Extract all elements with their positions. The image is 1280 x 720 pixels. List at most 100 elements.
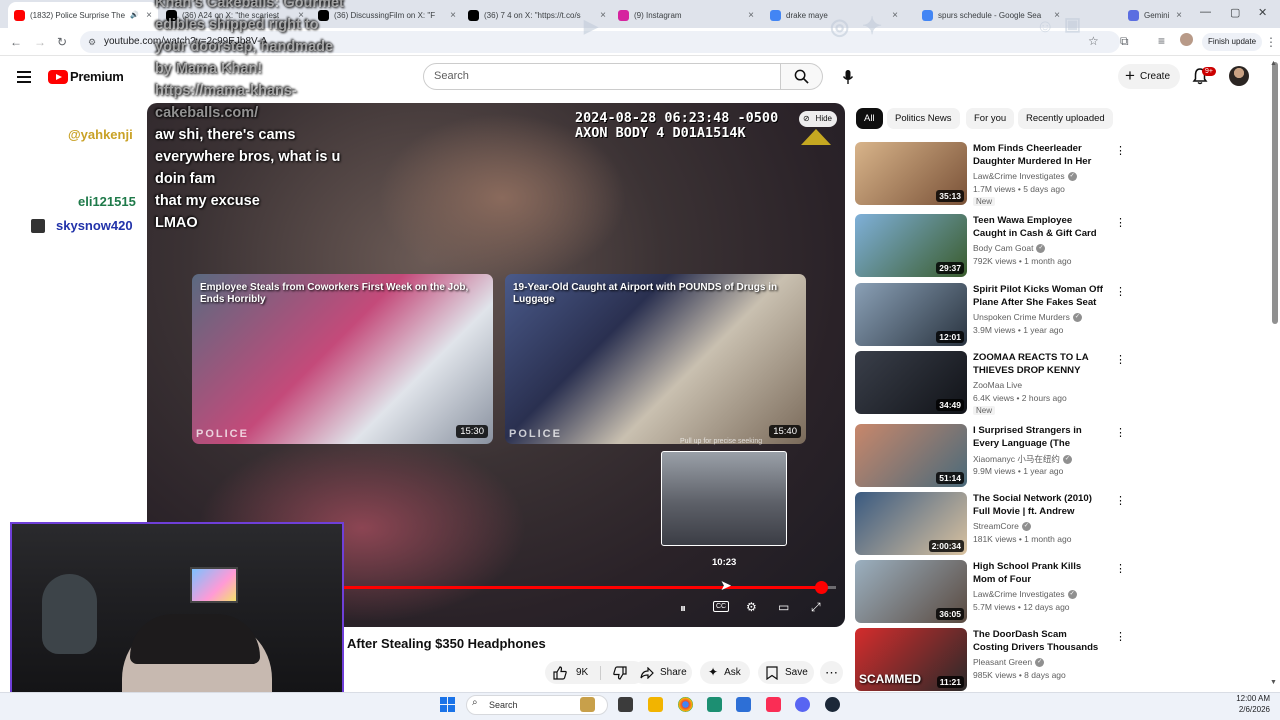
channel-name[interactable]: ZooMaa Live xyxy=(973,380,1022,390)
reload-icon[interactable]: ↻ xyxy=(57,35,67,49)
music-app-icon[interactable] xyxy=(766,697,781,712)
steam-icon[interactable] xyxy=(825,697,840,712)
channel-name[interactable]: Unspoken Crime Murders ✓ xyxy=(973,312,1082,323)
bookmark-star-icon[interactable]: ☆ xyxy=(1088,34,1099,48)
endcard-video-1[interactable]: Employee Steals from Coworkers First Wee… xyxy=(192,274,493,444)
media-controls-icon[interactable]: ≡ xyxy=(1158,34,1165,48)
like-thumb-icon[interactable] xyxy=(553,665,567,680)
save-button[interactable]: Save xyxy=(758,661,814,684)
filter-chip[interactable]: For you xyxy=(966,108,1015,129)
filter-chip[interactable]: All xyxy=(856,108,883,129)
video-title[interactable]: Teen Wawa Employee Caught in Cash & Gift… xyxy=(973,214,1103,240)
browser-tab[interactable]: (1832) Police Surprise The 🔊 × xyxy=(8,2,158,28)
tab-close-icon[interactable]: × xyxy=(748,10,754,21)
more-vertical-icon[interactable]: ⋮ xyxy=(1115,216,1126,229)
task-view-icon[interactable] xyxy=(618,697,633,712)
filter-chip[interactable]: Politics News xyxy=(887,108,960,129)
video-title[interactable]: High School Prank Kills Mom of Four xyxy=(973,560,1103,586)
browser-tab[interactable]: Gemini × xyxy=(1122,4,1188,26)
channel-name[interactable]: Pleasant Green ✓ xyxy=(973,657,1045,668)
channel-name[interactable]: StreamCore ✓ xyxy=(973,521,1031,532)
video-thumbnail[interactable]: 36:05 xyxy=(855,560,967,623)
profile-avatar-icon[interactable] xyxy=(1180,33,1193,46)
search-button[interactable] xyxy=(781,63,823,90)
more-vertical-icon[interactable]: ⋮ xyxy=(1115,494,1126,507)
more-vertical-icon[interactable]: ⋮ xyxy=(1115,630,1126,643)
tab-close-icon[interactable]: × xyxy=(1176,10,1182,21)
site-info-icon[interactable]: ⚙ xyxy=(88,31,96,53)
more-vertical-icon[interactable]: ⋮ xyxy=(1115,426,1126,439)
tab-close-icon[interactable]: × xyxy=(146,10,152,21)
video-title[interactable]: The Social Network (2010) Full Movie | f… xyxy=(973,492,1103,518)
video-title[interactable]: ZOOMAA REACTS TO LA THIEVES DROP KENNY F… xyxy=(973,351,1103,377)
scroll-up-icon[interactable]: ▲ xyxy=(1270,60,1277,67)
recommended-video[interactable]: 35:13 Mom Finds Cheerleader Daughter Murd… xyxy=(855,142,1126,206)
scroll-down-icon[interactable]: ▼ xyxy=(1270,679,1277,686)
minimize-icon[interactable]: — xyxy=(1200,6,1211,18)
tab-audio-icon[interactable]: 🔊 xyxy=(130,11,139,19)
file-explorer-icon[interactable] xyxy=(648,697,663,712)
forward-icon[interactable]: → xyxy=(34,35,46,49)
video-thumbnail[interactable]: 12:01 xyxy=(855,283,967,346)
tab-close-icon[interactable]: × xyxy=(600,10,606,21)
video-title[interactable]: Mom Finds Cheerleader Daughter Murdered … xyxy=(973,142,1103,168)
theater-mode-icon[interactable]: ▭ xyxy=(778,600,789,614)
premium-brand[interactable]: Premium xyxy=(70,69,124,84)
settings-gear-icon[interactable]: ⚙ xyxy=(746,600,757,614)
search-input[interactable]: Search xyxy=(423,63,781,90)
channel-name[interactable]: Xiaomanyc 小马在纽约 ✓ xyxy=(973,453,1072,465)
video-thumbnail[interactable]: 51:14 xyxy=(855,424,967,487)
close-window-icon[interactable]: ✕ xyxy=(1258,6,1267,19)
tab-close-icon[interactable]: × xyxy=(1054,10,1060,21)
channel-name[interactable]: Body Cam Goat ✓ xyxy=(973,243,1046,254)
fullscreen-icon[interactable]: ⤢ xyxy=(811,600,821,615)
more-vertical-icon[interactable]: ⋮ xyxy=(1115,562,1126,575)
more-vertical-icon[interactable]: ⋮ xyxy=(1115,285,1126,298)
account-avatar[interactable] xyxy=(1229,66,1249,86)
recommended-video[interactable]: 34:49 ZOOMAA REACTS TO LA THIEVES DROP KE… xyxy=(855,351,1126,415)
recommended-video[interactable]: 36:05 High School Prank Kills Mom of Four… xyxy=(855,560,1126,624)
like-count[interactable]: 9K xyxy=(576,661,588,684)
dislike-thumb-icon[interactable] xyxy=(613,665,627,680)
recommended-video[interactable]: 51:14 I Surprised Strangers in Every Lang… xyxy=(855,424,1126,488)
subtitles-icon[interactable]: CC xyxy=(713,601,730,612)
youtube-logo-icon[interactable] xyxy=(48,70,68,84)
tab-close-icon[interactable]: × xyxy=(450,10,456,21)
voice-search-button[interactable] xyxy=(834,63,861,90)
extensions-icon[interactable]: ⧉ xyxy=(1120,34,1129,49)
channel-name[interactable]: Law&Crime Investigates ✓ xyxy=(973,171,1077,182)
finish-update-button[interactable]: Finish update xyxy=(1202,33,1262,51)
recommended-video[interactable]: 12:01 Spirit Pilot Kicks Woman Off Plane … xyxy=(855,283,1126,347)
endcard-video-2[interactable]: 19-Year-Old Caught at Airport with POUND… xyxy=(505,274,806,444)
recommended-video[interactable]: 29:37 Teen Wawa Employee Caught in Cash &… xyxy=(855,214,1126,278)
browser-tab[interactable]: (9) Instagram × xyxy=(612,4,760,26)
more-actions-button[interactable]: ⋯ xyxy=(820,661,843,684)
app-icon-green[interactable] xyxy=(707,697,722,712)
page-scrollbar[interactable] xyxy=(1272,62,1278,324)
more-vertical-icon[interactable]: ⋮ xyxy=(1115,144,1126,157)
video-thumbnail[interactable]: SCAMMED 11:21 xyxy=(855,628,967,691)
video-thumbnail[interactable]: 2:00:34 xyxy=(855,492,967,555)
scrubber-handle[interactable] xyxy=(815,581,828,594)
taskbar-search-highlight-icon[interactable] xyxy=(580,697,595,712)
recommended-video[interactable]: 2:00:34 The Social Network (2010) Full Mo… xyxy=(855,492,1126,556)
discord-icon[interactable] xyxy=(795,697,810,712)
video-title[interactable]: Spirit Pilot Kicks Woman Off Plane After… xyxy=(973,283,1103,309)
chrome-icon[interactable] xyxy=(678,697,693,712)
video-thumbnail[interactable]: 29:37 xyxy=(855,214,967,277)
recommended-video[interactable]: SCAMMED 11:21 The DoorDash Scam Costing Dr… xyxy=(855,628,1126,692)
hide-endcards-button[interactable]: Hide xyxy=(799,111,837,127)
maximize-icon[interactable]: ▢ xyxy=(1230,6,1240,19)
windows-start-icon[interactable] xyxy=(440,697,455,712)
create-button[interactable]: Create xyxy=(1118,63,1180,89)
video-thumbnail[interactable]: 34:49 xyxy=(855,351,967,414)
app-icon-blue[interactable] xyxy=(736,697,751,712)
ask-button[interactable]: ✦ Ask xyxy=(700,661,750,684)
filter-chip[interactable]: Recently uploaded xyxy=(1018,108,1113,129)
back-icon[interactable]: ← xyxy=(10,35,22,49)
share-button[interactable]: Share xyxy=(632,661,692,684)
more-vertical-icon[interactable]: ⋮ xyxy=(1115,353,1126,366)
channel-name[interactable]: Law&Crime Investigates ✓ xyxy=(973,589,1077,600)
guide-menu-icon[interactable] xyxy=(17,71,31,86)
system-clock[interactable]: 12:00 AM 2/6/2026 xyxy=(1222,693,1270,715)
